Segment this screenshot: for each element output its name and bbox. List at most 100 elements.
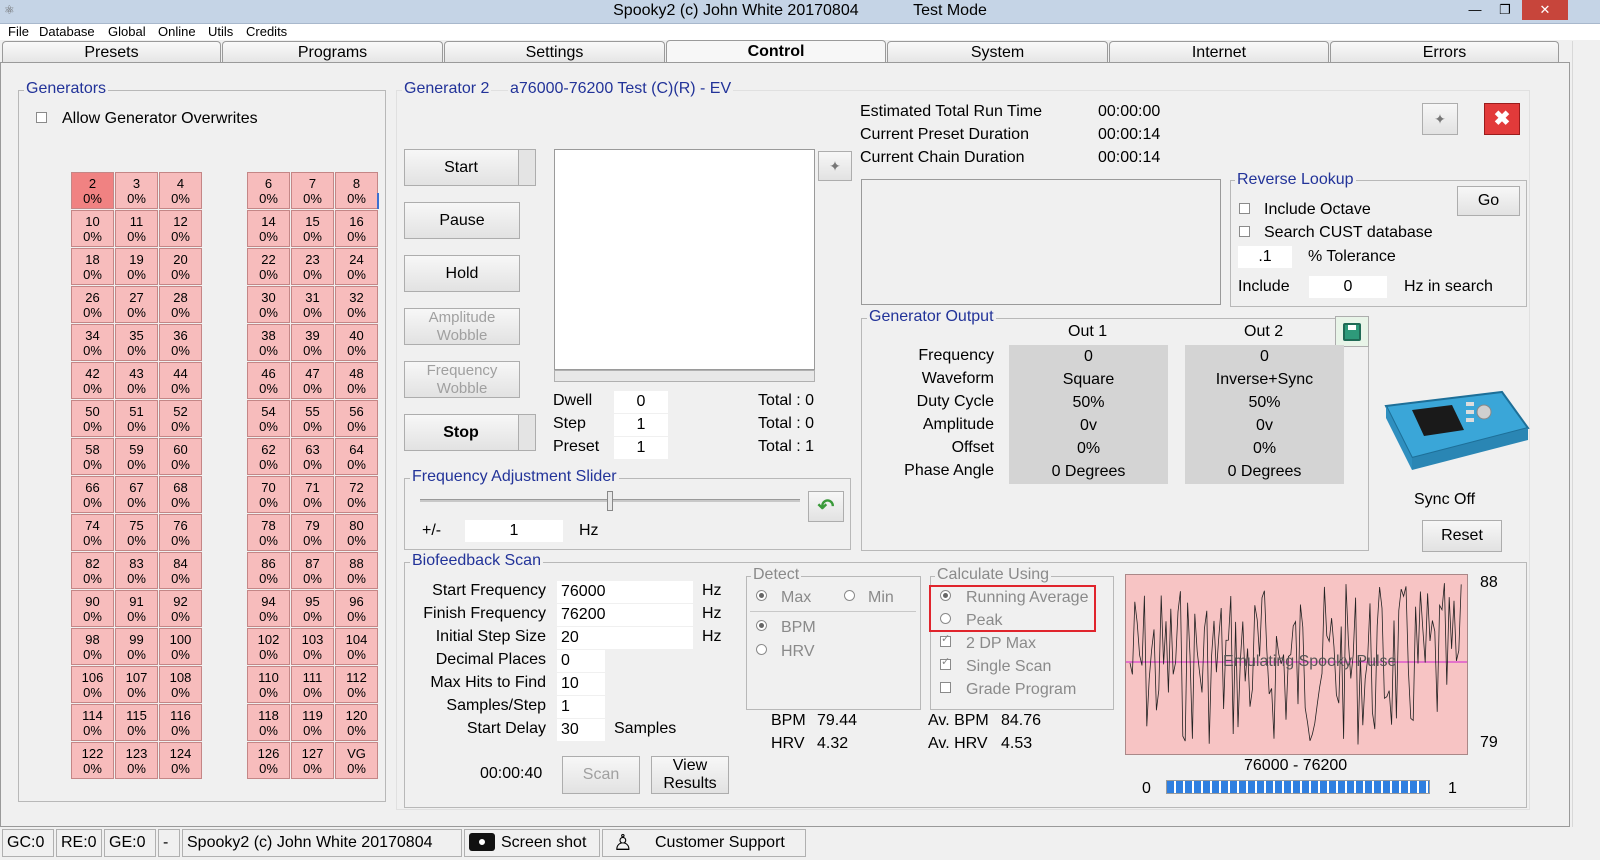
generator-cell-12[interactable]: 12 0% (159, 210, 202, 247)
tab-errors[interactable]: Errors (1330, 41, 1559, 63)
generator-cell-88[interactable]: 88 0% (335, 552, 378, 589)
generator-cell-67[interactable]: 67 0% (115, 476, 158, 513)
generator-cell-122[interactable]: 122 0% (71, 742, 114, 779)
start-button[interactable]: Start (404, 149, 536, 186)
generator-cell-120[interactable]: 120 0% (335, 704, 378, 741)
generator-cell-111[interactable]: 111 0% (291, 666, 334, 703)
generator-cell-48[interactable]: 48 0% (335, 362, 378, 399)
generator-cell-95[interactable]: 95 0% (291, 590, 334, 627)
grade-program-checkbox[interactable] (940, 682, 951, 693)
generator-cell-84[interactable]: 84 0% (159, 552, 202, 589)
undo-slider-button[interactable]: ↶ (808, 491, 844, 522)
generator-cell-96[interactable]: 96 0% (335, 590, 378, 627)
detect-hrv-radio[interactable] (756, 644, 767, 655)
generator-cell-59[interactable]: 59 0% (115, 438, 158, 475)
bio-field-input[interactable]: 76000 (557, 581, 693, 603)
generator-cell-68[interactable]: 68 0% (159, 476, 202, 513)
generator-cell-11[interactable]: 11 0% (115, 210, 158, 247)
generator-cell-22[interactable]: 22 0% (247, 248, 290, 285)
single-scan-checkbox[interactable] (940, 655, 951, 670)
generator-cell-106[interactable]: 106 0% (71, 666, 114, 703)
generator-cell-114[interactable]: 114 0% (71, 704, 114, 741)
amplitude-wobble-button[interactable]: Amplitude Wobble (404, 308, 520, 345)
generator-cell-76[interactable]: 76 0% (159, 514, 202, 551)
generator-cell-56[interactable]: 56 0% (335, 400, 378, 437)
tolerance-input[interactable]: .1 (1238, 246, 1292, 268)
generator-cell-118[interactable]: 118 0% (247, 704, 290, 741)
generator-cell-7[interactable]: 7 0% (291, 172, 334, 209)
detect-min-radio[interactable] (844, 590, 855, 601)
generator-cell-124[interactable]: 124 0% (159, 742, 202, 779)
generator-cell-16[interactable]: 16 0% (335, 210, 378, 247)
generator-cell-64[interactable]: 64 0% (335, 438, 378, 475)
generator-cell-2[interactable]: 2 0% (71, 172, 114, 209)
stop-all-button[interactable]: ✖ (1484, 103, 1520, 135)
generator-cell-28[interactable]: 28 0% (159, 286, 202, 323)
tab-control[interactable]: Control (666, 40, 886, 64)
save-output-button[interactable] (1335, 316, 1369, 347)
generator-cell-44[interactable]: 44 0% (159, 362, 202, 399)
generator-cell-110[interactable]: 110 0% (247, 666, 290, 703)
scan-button[interactable]: Scan (562, 756, 640, 794)
freq-slider-thumb[interactable] (607, 491, 613, 511)
hold-button[interactable]: Hold (404, 255, 520, 292)
generator-cell-42[interactable]: 42 0% (71, 362, 114, 399)
generator-cell-62[interactable]: 62 0% (247, 438, 290, 475)
generator-cell-3[interactable]: 3 0% (115, 172, 158, 209)
running-average-radio[interactable] (940, 590, 951, 601)
bio-field-input[interactable]: 30 (557, 719, 605, 741)
generator-cell-58[interactable]: 58 0% (71, 438, 114, 475)
menu-utils[interactable]: Utils (208, 24, 233, 39)
right-scrollbar[interactable] (1572, 41, 1600, 827)
generator-cell-36[interactable]: 36 0% (159, 324, 202, 361)
bio-field-input[interactable]: 76200 (557, 604, 693, 626)
frequency-wobble-button[interactable]: Frequency Wobble (404, 361, 520, 398)
generator-cell-99[interactable]: 99 0% (115, 628, 158, 665)
pause-button[interactable]: Pause (404, 202, 520, 239)
tab-system[interactable]: System (887, 41, 1108, 63)
generator-cell-71[interactable]: 71 0% (291, 476, 334, 513)
screenshot-button[interactable]: Screen shot (464, 829, 600, 857)
generator-cell-35[interactable]: 35 0% (115, 324, 158, 361)
generator-cell-79[interactable]: 79 0% (291, 514, 334, 551)
generator-cell-127[interactable]: 127 0% (291, 742, 334, 779)
generator-cell-103[interactable]: 103 0% (291, 628, 334, 665)
generator-cell-104[interactable]: 104 0% (335, 628, 378, 665)
generator-cell-72[interactable]: 72 0% (335, 476, 378, 513)
generator-cell-87[interactable]: 87 0% (291, 552, 334, 589)
generator-cell-74[interactable]: 74 0% (71, 514, 114, 551)
pin-button[interactable]: ✦ (818, 151, 852, 181)
generator-cell-34[interactable]: 34 0% (71, 324, 114, 361)
generator-cell-100[interactable]: 100 0% (159, 628, 202, 665)
generator-cell-20[interactable]: 20 0% (159, 248, 202, 285)
view-results-button[interactable]: View Results (651, 756, 729, 794)
generator-cell-115[interactable]: 115 0% (115, 704, 158, 741)
generator-cell-46[interactable]: 46 0% (247, 362, 290, 399)
generator-cell-90[interactable]: 90 0% (71, 590, 114, 627)
program-list[interactable] (554, 149, 815, 370)
generator-cell-26[interactable]: 26 0% (71, 286, 114, 323)
generator-cell-39[interactable]: 39 0% (291, 324, 334, 361)
minimize-button[interactable]: — (1462, 0, 1488, 20)
generator-cell-50[interactable]: 50 0% (71, 400, 114, 437)
generator-cell-63[interactable]: 63 0% (291, 438, 334, 475)
generator-cell-102[interactable]: 102 0% (247, 628, 290, 665)
generator-cell-92[interactable]: 92 0% (159, 590, 202, 627)
bio-field-input[interactable]: 1 (557, 696, 605, 718)
program-list-scrollbar[interactable] (554, 370, 815, 382)
generator-cell-14[interactable]: 14 0% (247, 210, 290, 247)
generator-cell-70[interactable]: 70 0% (247, 476, 290, 513)
generator-cell-VG[interactable]: VG 0% (335, 742, 378, 779)
generator-cell-112[interactable]: 112 0% (335, 666, 378, 703)
slider-step-input[interactable]: 1 (465, 520, 563, 542)
detect-max-radio[interactable] (756, 590, 767, 601)
generator-cell-40[interactable]: 40 0% (335, 324, 378, 361)
generator-cell-119[interactable]: 119 0% (291, 704, 334, 741)
peak-radio[interactable] (940, 613, 951, 624)
generator-cell-30[interactable]: 30 0% (247, 286, 290, 323)
bio-field-input[interactable]: 10 (557, 673, 605, 695)
customer-support-button[interactable]: ♙ Customer Support (602, 829, 806, 857)
generator-cell-52[interactable]: 52 0% (159, 400, 202, 437)
generator-cell-18[interactable]: 18 0% (71, 248, 114, 285)
generator-cell-51[interactable]: 51 0% (115, 400, 158, 437)
